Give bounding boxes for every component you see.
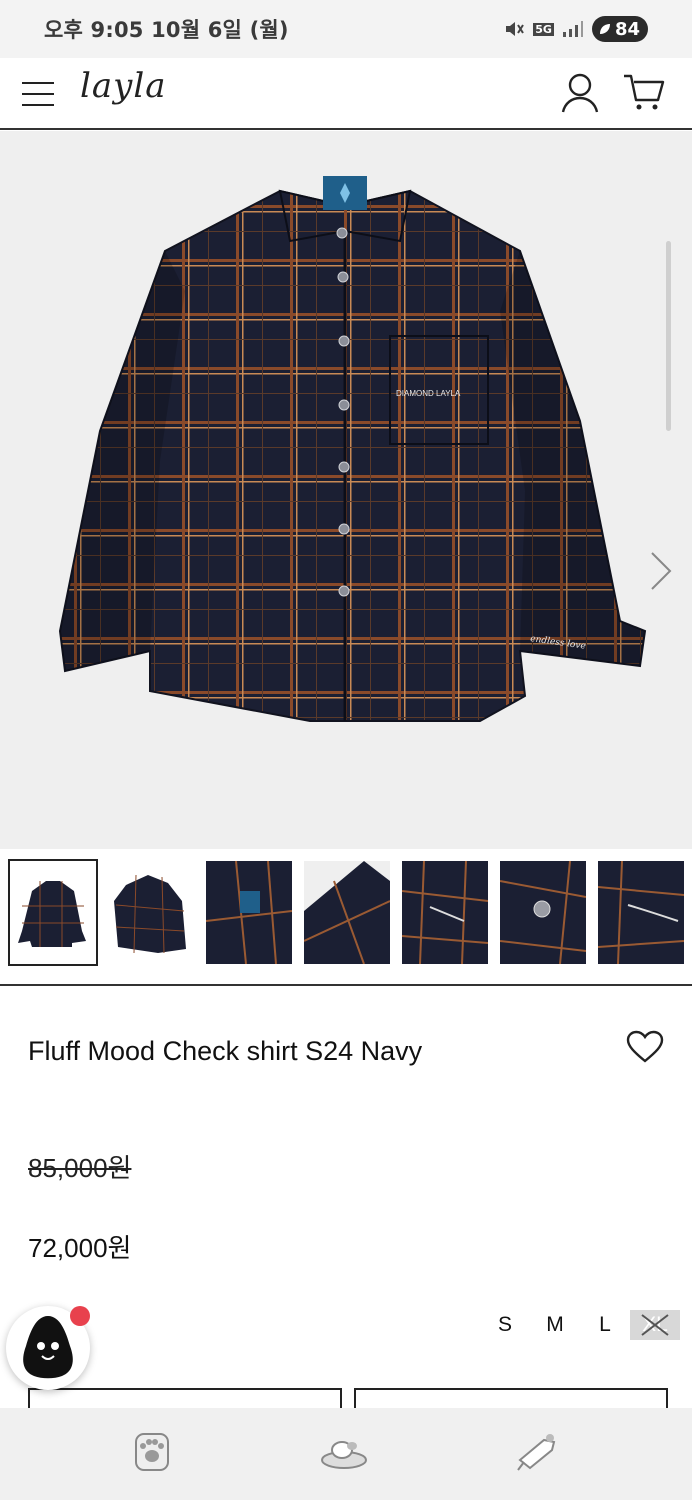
hamburger-icon[interactable] (22, 80, 54, 108)
bottom-navigation (0, 1408, 692, 1500)
thumbnail-image (402, 861, 488, 964)
status-icons: 5G 84 (503, 16, 648, 42)
product-title: Fluff Mood Check shirt S24 Navy (28, 1036, 423, 1066)
thumbnail-button[interactable] (500, 861, 586, 964)
leaf-icon (599, 24, 610, 34)
paw-icon[interactable] (128, 1430, 176, 1474)
brand-logo[interactable]: layla (80, 66, 167, 106)
pocket-embroidery: DIAMOND LAYLA (396, 389, 461, 398)
thumbnail-angle[interactable] (108, 861, 194, 964)
battery-indicator: 84 (591, 16, 648, 42)
chevron-right-icon[interactable] (640, 549, 680, 593)
size-options: S M L XL (480, 1310, 680, 1340)
cart-icon[interactable] (622, 72, 666, 112)
thumbnail-image (206, 861, 292, 964)
signal-icon (562, 21, 583, 37)
network-label: 5G (533, 22, 554, 36)
thumbnail-image (114, 874, 186, 954)
thumbnail-image (598, 861, 684, 964)
image-scrollbar[interactable] (666, 241, 671, 431)
notification-dot (70, 1306, 90, 1326)
thumbnail-image (304, 861, 390, 964)
shirt-image: DIAMOND LAYLA endless love (58, 176, 647, 722)
size-option-xl-soldout: XL (630, 1310, 680, 1340)
dog-bed-icon[interactable] (320, 1430, 368, 1474)
original-price: 85,000원 (28, 1153, 132, 1183)
thumbnail-image (500, 861, 586, 964)
size-option-m[interactable]: M (530, 1313, 580, 1337)
thumbnail-image (18, 881, 86, 947)
thumbnail-pocket[interactable] (402, 861, 488, 964)
thumbnail-strip (0, 849, 692, 986)
product-page: 오후 9:05 10월 6일 (월) 5G 84 layla DIAMOND L… (0, 0, 692, 1500)
battery-level: 84 (614, 18, 640, 40)
sale-price: 72,000원 (28, 1233, 132, 1263)
dog-toy-icon[interactable] (514, 1430, 562, 1474)
thumbnail-sleeve[interactable] (304, 861, 390, 964)
thumbnail-collar[interactable] (206, 861, 292, 964)
sold-out-x-icon (641, 1314, 669, 1336)
site-header: layla (0, 58, 692, 130)
product-main-image[interactable]: DIAMOND LAYLA endless love (0, 131, 692, 849)
mute-icon (506, 22, 525, 36)
thumbnail-cuff[interactable] (598, 861, 684, 964)
status-bar: 오후 9:05 10월 6일 (월) 5G 84 (0, 0, 692, 58)
thumbnail-front[interactable] (8, 859, 98, 966)
heart-icon[interactable] (626, 1030, 664, 1064)
size-option-l[interactable]: L (580, 1313, 630, 1337)
status-time: 오후 9:05 10월 6일 (월) (44, 18, 289, 42)
size-option-s[interactable]: S (480, 1313, 530, 1337)
user-icon[interactable] (560, 72, 600, 114)
